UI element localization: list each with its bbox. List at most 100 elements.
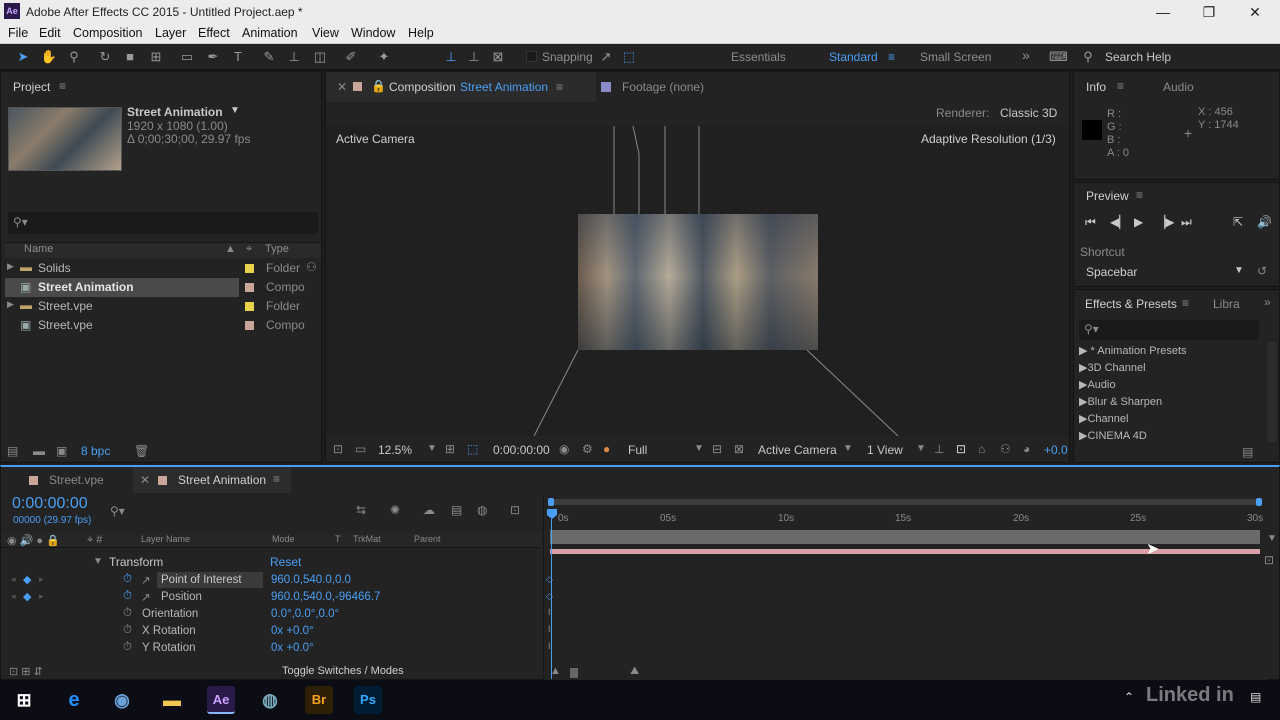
bit-depth-button[interactable]: 8 bpc — [81, 444, 110, 458]
keyframe-icon[interactable]: ◆ — [23, 573, 31, 586]
expand-icon[interactable]: ▶ — [7, 299, 14, 310]
time-graph[interactable]: 0s 05s 10s 15s 20s 25s 30s ◇ ◇ I I I ➤ ▲… — [543, 495, 1267, 680]
new-folder-icon[interactable]: ▤ — [1242, 445, 1253, 459]
property-value[interactable]: 0x +0.0° — [271, 642, 314, 654]
property-row[interactable]: ⏱ Orientation 0.0°,0.0°,0.0° — [1, 606, 541, 623]
world-axis-icon[interactable]: ⊥ — [465, 48, 483, 66]
close-button[interactable]: ✕ — [1245, 2, 1265, 22]
menu-effect[interactable]: Effect — [198, 26, 230, 40]
chevron-down-icon[interactable]: ▼ — [1234, 265, 1244, 276]
type-tool-icon[interactable]: T — [229, 48, 247, 66]
interpret-footage-icon[interactable]: ▤ — [7, 444, 18, 458]
region-of-interest-icon[interactable]: ⬚ — [467, 442, 478, 456]
stopwatch-icon[interactable]: ⏱ — [123, 590, 132, 603]
timecode[interactable]: 0:00:00:00 — [12, 495, 88, 513]
view-axis-icon[interactable]: ⊠ — [489, 48, 507, 66]
photoshop-icon[interactable]: Ps — [354, 686, 382, 714]
renderer-value[interactable]: Classic 3D — [1000, 106, 1057, 120]
graph-editor-icon[interactable]: ⊡ — [510, 503, 520, 517]
transform-group[interactable]: Transform — [109, 555, 163, 569]
playhead[interactable] — [547, 509, 557, 519]
exposure-value[interactable]: +0.0 — [1044, 443, 1068, 457]
last-frame-icon[interactable]: ⏭ — [1181, 215, 1192, 230]
exposure-icon[interactable]: ◕ — [1023, 442, 1030, 456]
libraries-tab[interactable]: Libra — [1213, 297, 1240, 311]
menu-view[interactable]: View — [312, 26, 339, 40]
composition-name-link[interactable]: Street Animation — [460, 80, 548, 94]
column-parent[interactable]: Parent — [414, 534, 441, 544]
tab-menu-icon[interactable]: ≡ — [556, 80, 563, 94]
pan-behind-tool-icon[interactable]: ⊞ — [147, 48, 165, 66]
chrome-icon[interactable]: ◉ — [108, 686, 136, 714]
minimize-button[interactable]: — — [1153, 2, 1173, 22]
property-value[interactable]: 0x +0.0° — [271, 625, 314, 637]
comp-frame[interactable] — [578, 214, 818, 350]
effects-item[interactable]: ▶ * Animation Presets — [1079, 344, 1187, 357]
flowchart-icon[interactable]: ⚇ — [306, 260, 317, 274]
search-help-input[interactable]: Search Help — [1105, 50, 1171, 64]
graph-icon[interactable]: ↗ — [141, 590, 151, 604]
snap-grid-icon[interactable]: ⬚ — [620, 48, 638, 66]
column-trkmat[interactable]: TrkMat — [353, 534, 381, 544]
camera-tool-icon[interactable]: ■ — [121, 48, 139, 66]
effects-item[interactable]: ▶Audio — [1079, 378, 1116, 391]
trash-icon[interactable]: 🗑 — [134, 444, 149, 458]
label-swatch[interactable] — [245, 302, 254, 311]
snapping-checkbox[interactable] — [526, 51, 537, 62]
frame-blending-icon[interactable]: ▤ — [451, 503, 462, 517]
after-effects-taskbar-icon[interactable]: Ae — [207, 686, 235, 714]
chevron-down-icon[interactable]: ▼ — [694, 443, 704, 454]
preview-menu-icon[interactable]: ≡ — [1136, 188, 1143, 202]
brush-tool-icon[interactable]: ✎ — [260, 48, 278, 66]
audio-icon[interactable]: 🔊 — [1257, 215, 1272, 229]
menu-help[interactable]: Help — [408, 26, 434, 40]
close-tab-icon[interactable]: ✕ — [140, 473, 150, 487]
workspace-small-screen[interactable]: Small Screen — [920, 50, 991, 64]
keyframe-icon[interactable]: ◇ — [546, 574, 553, 585]
shy-icon[interactable]: ☁ — [423, 503, 435, 517]
always-preview-icon[interactable]: ⊡ — [333, 442, 343, 456]
column-layer-name[interactable]: Layer Name — [141, 534, 190, 544]
reset-icon[interactable]: ↺ — [1257, 264, 1267, 278]
stopwatch-icon[interactable]: ⏱ — [123, 573, 132, 586]
stopwatch-icon[interactable]: ⏱ — [123, 624, 132, 637]
workspace-essentials[interactable]: Essentials — [731, 50, 786, 64]
chevron-down-icon[interactable]: ▼ — [916, 443, 926, 454]
timeline-icon[interactable]: ⌂ — [978, 442, 985, 456]
label-swatch[interactable] — [245, 264, 254, 273]
stopwatch-icon[interactable]: ⏱ — [123, 607, 132, 620]
property-row[interactable]: ⏱ X Rotation 0x +0.0° — [1, 623, 541, 640]
info-menu-icon[interactable]: ≡ — [1117, 79, 1124, 93]
menu-file[interactable]: File — [8, 26, 28, 40]
menu-layer[interactable]: Layer — [155, 26, 186, 40]
column-type[interactable]: Type — [265, 243, 289, 255]
time-navigator[interactable] — [550, 499, 1260, 505]
navigator-end-handle[interactable] — [1256, 498, 1262, 506]
effects-item[interactable]: ▶Blur & Sharpen — [1079, 395, 1162, 408]
more-workspaces-icon[interactable]: » — [1022, 47, 1030, 63]
property-row[interactable]: ◂ ◆ ▸ ⏱ ↗ Position 960.0,540.0,-96466.7 — [1, 589, 541, 606]
label-swatch[interactable] — [245, 283, 254, 292]
effects-item[interactable]: ▶3D Channel — [1079, 361, 1146, 374]
current-time[interactable]: 0:00:00:00 — [493, 443, 550, 457]
file-explorer-icon[interactable]: ▬ — [158, 686, 186, 714]
collapse-icon[interactable]: ▼ — [93, 556, 103, 567]
previous-frame-icon[interactable]: ◀▏ — [1110, 215, 1128, 229]
new-folder-icon[interactable]: ▬ — [33, 444, 45, 458]
snap-edges-icon[interactable]: ↗ — [597, 48, 615, 66]
pen-tool-icon[interactable]: ✒ — [204, 48, 222, 66]
project-item[interactable]: ▶ ▬ Street.vpe Folder — [5, 297, 321, 316]
resolution-select[interactable]: Full — [628, 443, 647, 457]
chevron-down-icon[interactable]: ▼ — [843, 443, 853, 454]
close-tab-icon[interactable]: ✕ — [337, 80, 347, 94]
notifications-icon[interactable]: ▤ — [1250, 690, 1261, 704]
footage-tab[interactable]: Footage (none) — [622, 80, 704, 94]
tab-menu-icon[interactable]: ≡ — [273, 472, 280, 486]
show-snapshot-icon[interactable]: ⚙ — [582, 442, 593, 456]
flowchart-icon[interactable]: ⚇ — [1000, 442, 1011, 456]
audio-tab[interactable]: Audio — [1163, 80, 1194, 94]
channel-icon[interactable]: ● — [603, 442, 610, 456]
rectangle-tool-icon[interactable]: ▭ — [178, 48, 196, 66]
edge-browser-icon[interactable]: e — [60, 686, 88, 714]
search-icon[interactable]: ⚲▾ — [110, 504, 125, 518]
